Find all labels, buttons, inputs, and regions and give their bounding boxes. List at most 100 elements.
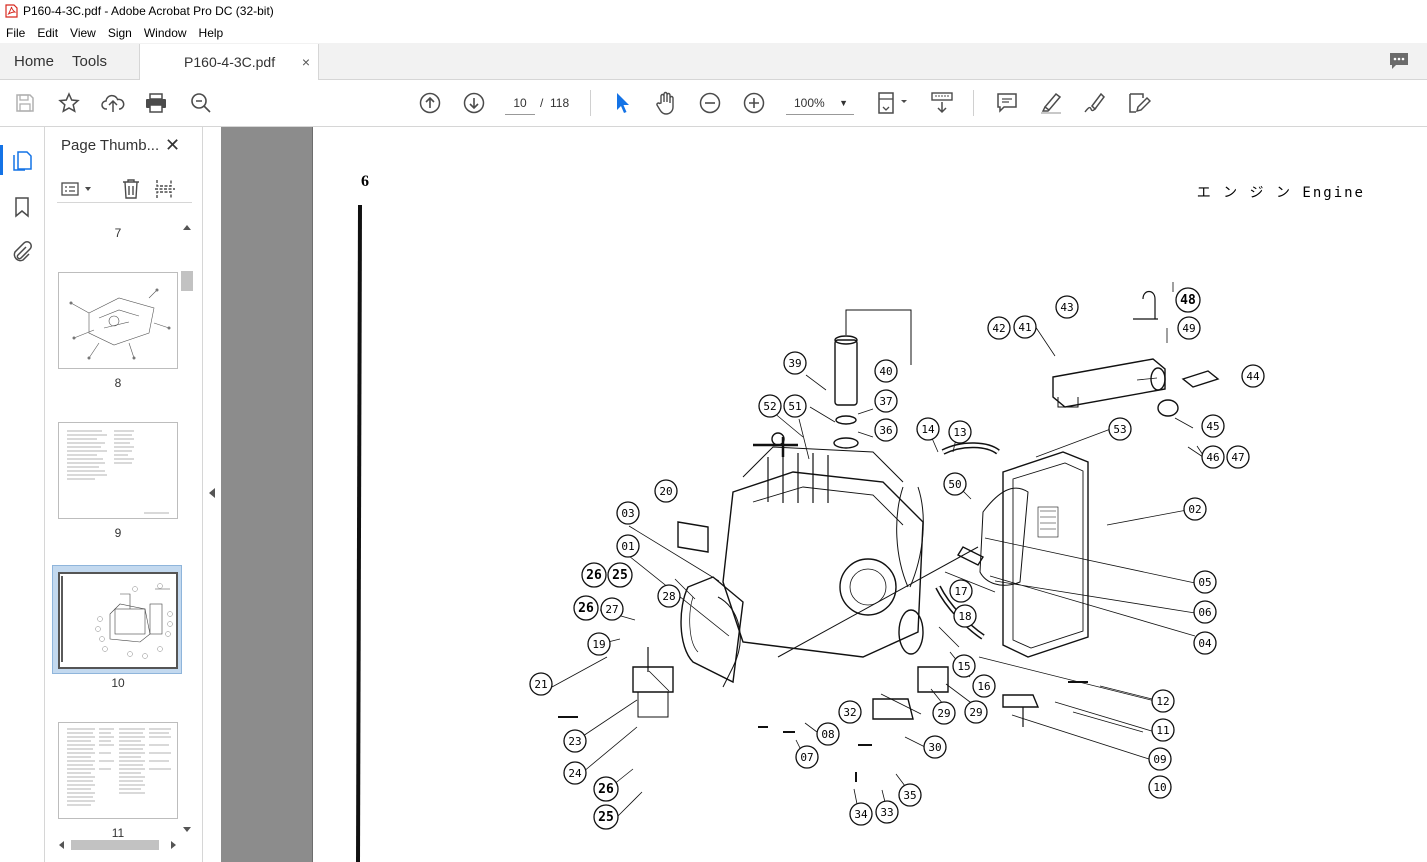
tab-document[interactable]: P160-4-3C.pdf × — [139, 44, 320, 80]
save-icon[interactable] — [13, 91, 37, 115]
page-down-icon[interactable] — [462, 91, 486, 115]
callout-16: 16 — [972, 674, 996, 698]
callout-label: 09 — [1153, 753, 1166, 766]
menu-edit[interactable]: Edit — [31, 26, 64, 40]
callout-label: 33 — [880, 806, 893, 819]
document-viewer[interactable]: 6 エ ン ジ ン Engine 01 02 03 04 05 06 07 08… — [221, 127, 1427, 862]
zoom-in-icon[interactable] — [742, 91, 766, 115]
callout-label: 47 — [1231, 451, 1244, 464]
thumbnail-label: 7 — [114, 226, 122, 240]
print-icon[interactable] — [144, 91, 168, 115]
scroll-mode-icon[interactable] — [930, 91, 954, 115]
menu-window[interactable]: Window — [138, 26, 193, 40]
callout-53: 53 — [1108, 417, 1132, 441]
current-page-input[interactable]: 10 — [505, 91, 535, 115]
chat-icon[interactable] — [1389, 52, 1409, 70]
callout-label: 25 — [612, 568, 628, 583]
callout-label: 12 — [1156, 695, 1169, 708]
hand-icon[interactable] — [654, 91, 678, 115]
thumbnails-horizontal-scrollbar[interactable] — [57, 837, 181, 853]
tab-document-label: P160-4-3C.pdf — [184, 54, 276, 70]
callout-21: 21 — [529, 672, 553, 696]
delete-page-icon[interactable] — [121, 178, 141, 200]
callout-42: 42 — [987, 316, 1011, 340]
callout-label: 20 — [659, 485, 672, 498]
collapse-arrow-icon[interactable] — [208, 487, 216, 499]
attachment-icon[interactable] — [11, 241, 33, 263]
close-tab-icon[interactable]: × — [302, 54, 310, 70]
zoom-select[interactable]: 100% ▼ — [786, 91, 854, 115]
callout-10: 10 — [1148, 775, 1172, 799]
panel-title: Page Thumb... — [61, 137, 160, 154]
thumbnail-page-10[interactable] — [58, 572, 178, 669]
callout-label: 28 — [662, 590, 675, 603]
tab-tools[interactable]: Tools — [68, 43, 121, 79]
acrobat-app-icon — [5, 4, 18, 18]
callout-04: 04 — [1193, 631, 1217, 655]
thumbnails-scrollbar[interactable] — [179, 221, 195, 837]
callout-25: 25 — [607, 562, 633, 588]
callout-12: 12 — [1151, 689, 1175, 713]
page-up-icon[interactable] — [418, 91, 442, 115]
callout-label: 44 — [1246, 370, 1260, 383]
menu-help[interactable]: Help — [193, 26, 230, 40]
highlight-icon[interactable] — [1039, 91, 1063, 115]
callout-label: 26 — [598, 782, 614, 797]
thumbnail-label: 10 — [111, 676, 125, 690]
callout-label: 05 — [1198, 576, 1211, 589]
callout-label: 45 — [1206, 420, 1219, 433]
callout-label: 11 — [1156, 724, 1169, 737]
title-bar: P160-4-3C.pdf - Adobe Acrobat Pro DC (32… — [0, 0, 1427, 22]
callout-label: 43 — [1060, 301, 1073, 314]
star-icon[interactable] — [57, 91, 81, 115]
zoom-search-icon[interactable] — [189, 91, 213, 115]
menu-sign[interactable]: Sign — [102, 26, 138, 40]
callout-label: 02 — [1188, 503, 1201, 516]
callout-36: 36 — [874, 418, 898, 442]
thumbnail-page-8[interactable] — [58, 272, 178, 369]
panel-collapse-strip[interactable] — [202, 127, 221, 862]
page-count: / 118 — [540, 91, 569, 115]
chevron-down-icon: ▼ — [839, 98, 848, 108]
callout-13: 13 — [948, 420, 972, 444]
callout-06: 06 — [1193, 600, 1217, 624]
thumbnail-page-9[interactable] — [58, 422, 178, 519]
callout-47: 47 — [1226, 445, 1250, 469]
callout-label: 34 — [854, 808, 868, 821]
page-fit-icon[interactable] — [876, 91, 912, 115]
callout-label: 40 — [879, 365, 892, 378]
callout-19: 19 — [587, 632, 611, 656]
page-thumbnails-icon[interactable] — [11, 149, 33, 171]
sign-icon[interactable] — [1083, 91, 1107, 115]
callout-39: 39 — [783, 351, 807, 375]
callout-43: 43 — [1055, 295, 1079, 319]
select-cursor-icon[interactable] — [610, 91, 634, 115]
callout-label: 51 — [788, 400, 801, 413]
toolbar-divider — [973, 90, 974, 116]
upload-icon[interactable] — [101, 91, 125, 115]
callout-32: 32 — [838, 700, 862, 724]
callout-07: 07 — [795, 745, 819, 769]
callout-52: 52 — [758, 394, 782, 418]
callout-label: 32 — [843, 706, 856, 719]
callout-09: 09 — [1148, 747, 1172, 771]
callout-label: 26 — [586, 568, 602, 583]
comment-icon[interactable] — [995, 91, 1019, 115]
total-pages: 118 — [550, 96, 570, 110]
menu-view[interactable]: View — [64, 26, 102, 40]
callout-27: 27 — [600, 597, 624, 621]
thumbnail-page-11[interactable] — [58, 722, 178, 819]
rail-active-marker — [0, 145, 3, 175]
page-separator: / — [540, 96, 544, 110]
callout-label: 29 — [937, 707, 950, 720]
edit-icon[interactable] — [1127, 91, 1151, 115]
zoom-out-icon[interactable] — [698, 91, 722, 115]
close-panel-icon[interactable]: ✕ — [165, 135, 180, 156]
bookmark-icon[interactable] — [11, 196, 33, 218]
menu-bar: File Edit View Sign Window Help — [0, 22, 1427, 43]
extract-pages-icon[interactable] — [154, 178, 176, 200]
menu-file[interactable]: File — [0, 26, 31, 40]
options-menu-icon[interactable] — [61, 181, 95, 197]
tab-home[interactable]: Home — [0, 43, 68, 79]
callout-18: 18 — [953, 604, 977, 628]
